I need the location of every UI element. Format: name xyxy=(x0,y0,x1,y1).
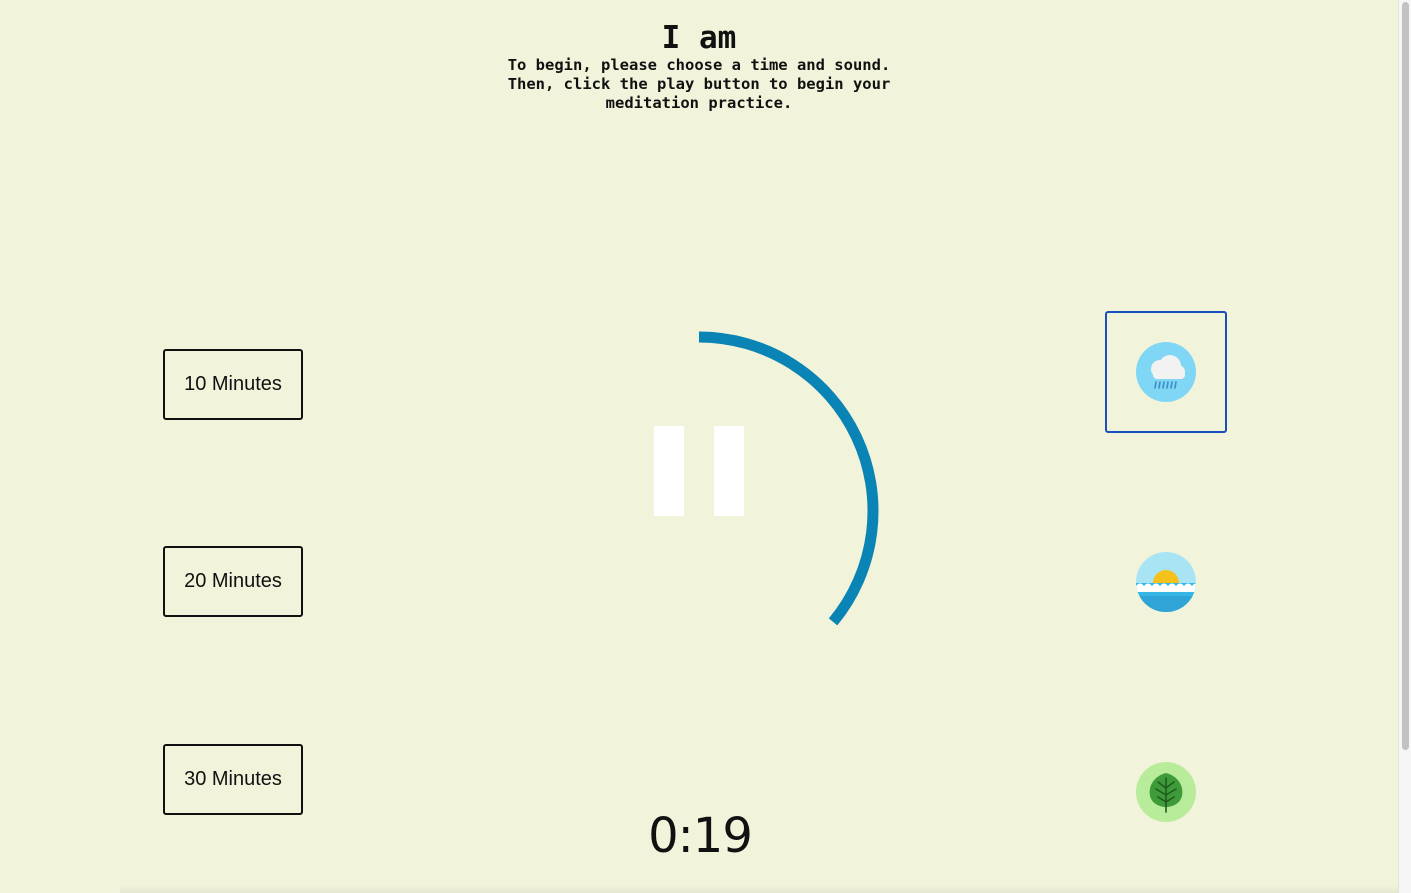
pause-bar-right xyxy=(714,426,744,516)
sound-forest-button[interactable] xyxy=(1106,732,1226,852)
countdown-timer: 0:19 xyxy=(648,808,753,864)
page-title: I am xyxy=(661,20,737,56)
instructions-text: To begin, please choose a time and sound… xyxy=(507,56,891,112)
progress-ring xyxy=(698,331,879,626)
rain-cloud-icon xyxy=(1136,342,1196,402)
meditation-app: I am To begin, please choose a time and … xyxy=(0,0,1411,893)
scrollbar-thumb[interactable] xyxy=(1402,2,1409,750)
bottom-shadow xyxy=(120,885,1398,893)
time-10-minutes-button[interactable]: 10 Minutes xyxy=(163,349,303,420)
time-30-minutes-button[interactable]: 30 Minutes xyxy=(163,744,303,815)
player-control[interactable] xyxy=(519,331,879,691)
pause-bar-left xyxy=(654,426,684,516)
page-header: I am To begin, please choose a time and … xyxy=(0,20,1398,113)
sound-beach-button[interactable] xyxy=(1106,522,1226,642)
sun-waves-icon xyxy=(1136,552,1196,612)
vertical-scrollbar[interactable] xyxy=(1398,0,1411,893)
time-20-minutes-button[interactable]: 20 Minutes xyxy=(163,546,303,617)
sound-rain-button[interactable] xyxy=(1105,311,1227,433)
tree-icon xyxy=(1136,762,1196,822)
